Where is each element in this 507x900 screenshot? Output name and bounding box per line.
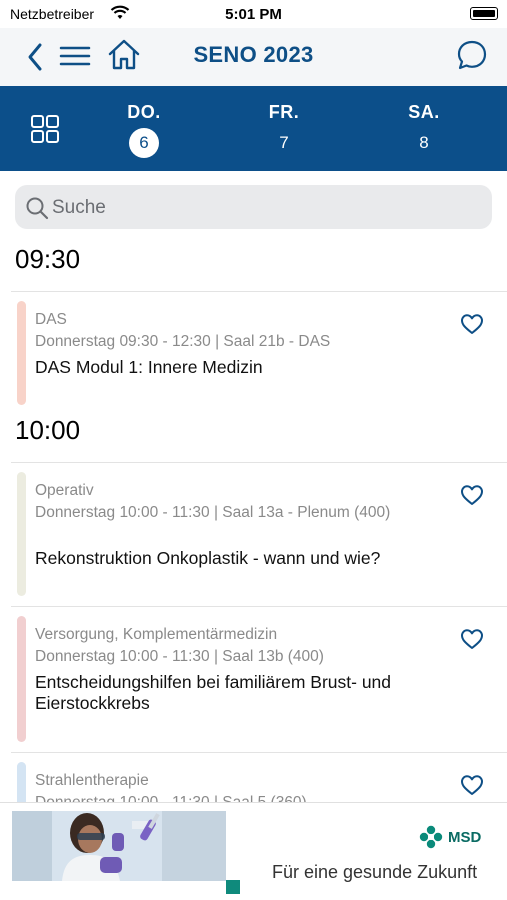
day-name: SA. (408, 102, 440, 122)
day-tab-saturday[interactable]: SA. 8 (374, 102, 474, 158)
session-category: DAS (35, 311, 67, 328)
chat-bubble-icon[interactable] (455, 38, 489, 72)
msd-brand-text: MSD (448, 829, 482, 846)
status-time: 5:01 PM (225, 6, 282, 23)
day-number: 6 (129, 128, 159, 158)
ad-lab-photo (12, 811, 226, 881)
nav-bar: SENO 2023 (0, 28, 507, 86)
search-icon (26, 197, 49, 220)
favorite-heart-icon[interactable] (460, 313, 484, 335)
lab-scientist-illustration (12, 811, 226, 881)
day-tab-thursday[interactable]: DO. 6 (94, 102, 194, 158)
session-category: Strahlentherapie (35, 772, 149, 789)
app-title: SENO 2023 (193, 42, 314, 67)
battery-icon (470, 7, 498, 20)
day-name: DO. (127, 102, 161, 122)
day-name: FR. (268, 102, 300, 122)
search-placeholder: Suche (52, 197, 106, 218)
session-category: Operativ (35, 482, 94, 499)
session-title: Entscheidungshilfen bei familiärem Brust… (35, 672, 392, 713)
session-card[interactable]: DAS Donnerstag 09:30 - 12:30 | Saal 21b … (0, 291, 507, 411)
status-bar: Netzbetreiber 5:01 PM (0, 0, 507, 28)
category-color-bar (17, 616, 26, 742)
time-header: 10:00 (15, 415, 81, 445)
session-category: Versorgung, Komplementärmedizin (35, 626, 278, 643)
session-title: Rekonstruktion Onkoplastik - wann und wi… (35, 548, 381, 568)
grid-view-icon[interactable] (30, 114, 60, 144)
session-meta: Donnerstag 10:00 - 11:30 | Saal 13b (400… (35, 648, 324, 665)
session-card[interactable]: Operativ Donnerstag 10:00 - 11:30 | Saal… (0, 462, 507, 606)
search-input[interactable]: Suche (15, 185, 492, 229)
category-color-bar (17, 762, 26, 802)
session-meta: Donnerstag 10:00 - 11:30 | Saal 5 (360) (35, 793, 395, 802)
favorite-heart-icon[interactable] (460, 628, 484, 650)
time-header: 09:30 (15, 244, 81, 274)
session-title: DAS Modul 1: Innere Medizin (35, 357, 263, 377)
ad-banner[interactable]: MSD Für eine gesunde Zukunft (0, 802, 507, 900)
day-tab-friday[interactable]: FR. 7 (234, 102, 334, 158)
favorite-heart-icon[interactable] (460, 484, 484, 506)
ad-accent-square (226, 880, 240, 894)
category-color-bar (17, 472, 26, 596)
favorite-heart-icon[interactable] (460, 774, 484, 796)
session-card[interactable]: Versorgung, Komplementärmedizin Donnerst… (0, 606, 507, 752)
session-meta: Donnerstag 10:00 - 11:30 | Saal 13a - Pl… (35, 504, 391, 521)
category-color-bar (17, 301, 26, 405)
session-meta: Donnerstag 09:30 - 12:30 | Saal 21b - DA… (35, 333, 331, 350)
day-selector: DO. 6 FR. 7 SA. 8 (0, 86, 507, 171)
session-card[interactable]: Strahlentherapie Donnerstag 10:00 - 11:3… (0, 752, 507, 802)
day-number: 7 (279, 133, 289, 152)
ad-tagline: Für eine gesunde Zukunft (272, 862, 478, 882)
day-number: 8 (419, 133, 429, 152)
